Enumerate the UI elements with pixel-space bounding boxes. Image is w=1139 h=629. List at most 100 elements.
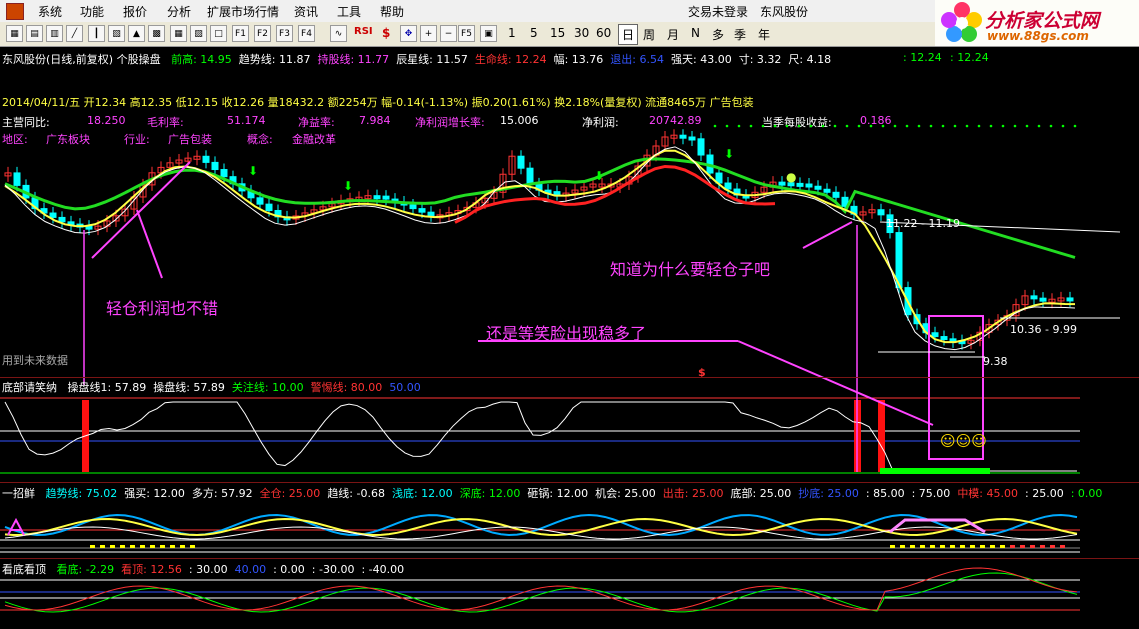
candle [202, 155, 210, 163]
panel1-value: 关注线: 10.00 [231, 381, 304, 394]
candle [1039, 297, 1047, 302]
panel2-value: 趋势线: 75.02 [45, 487, 118, 500]
panel2-marker [160, 545, 165, 548]
panel3-header: 看底看顶 看底: -2.29 看顶: 12.56: 30.00 40.00: 0.0… [2, 561, 404, 577]
panel2-marker [130, 545, 135, 548]
signal-dot [989, 124, 993, 128]
panel2-marker [100, 545, 105, 548]
panel2-marker [1010, 545, 1015, 548]
panel2-value: 多方: 57.92 [191, 487, 253, 500]
signal-dot [929, 124, 933, 128]
panel2-value: 深底: 12.00 [459, 487, 521, 500]
panel2-marker [1030, 545, 1035, 548]
signal-dot [725, 124, 729, 128]
panel2-marker [980, 545, 985, 548]
panel1-line [4, 401, 1077, 472]
panel2-value: 砸锅: 12.00 [527, 487, 589, 500]
signal-dot [737, 124, 741, 128]
panel-divider-2[interactable] [0, 482, 1139, 483]
price-label-mid: 10.36 - 9.99 [1010, 323, 1077, 336]
panel2-marker [180, 545, 185, 548]
panel2-marker [910, 545, 915, 548]
signal-dot [797, 124, 801, 128]
signal-dot [1013, 124, 1017, 128]
signal-dot [869, 124, 873, 128]
panel2-values: 趋势线: 75.02 强买: 12.00 多方: 57.92 全仓: 25.00 趋线:… [39, 487, 1103, 500]
panel2-marker [90, 545, 95, 548]
panel2-marker [140, 545, 145, 548]
down-arrow-icon: ⬇ [343, 179, 353, 193]
candle [931, 332, 939, 338]
panel-divider-1[interactable] [0, 377, 1139, 378]
signal-dot [749, 124, 753, 128]
panel2-value: : 0.00 [1070, 487, 1103, 500]
panel1-title: 底部请笑纳 [2, 381, 57, 394]
panel2-marker [920, 545, 925, 548]
signal-dot [845, 124, 849, 128]
signal-dot [893, 124, 897, 128]
panel2-value: 浅底: 12.00 [391, 487, 453, 500]
panel1-value: 警惕线: 80.00 [310, 381, 383, 394]
signal-dot [965, 124, 969, 128]
panel2-marker [1060, 545, 1065, 548]
panel2-value: : 75.00 [911, 487, 951, 500]
signal-dot [833, 124, 837, 128]
ma-green-line [4, 157, 1076, 259]
panel2-marker [960, 545, 965, 548]
signal-dot [785, 124, 789, 128]
panel1-value: 50.00 [389, 381, 421, 394]
signal-dot [977, 124, 981, 128]
panel2-marker [1040, 545, 1045, 548]
panel2-marker [120, 545, 125, 548]
candle [679, 134, 687, 139]
panel2-marker [970, 545, 975, 548]
annotation-why-light: 知道为什么要轻仓子吧 [610, 260, 771, 279]
panel2-marker [890, 545, 895, 548]
signal-dot [881, 124, 885, 128]
panel2-value: 出击: 25.00 [662, 487, 724, 500]
smiley-icon: ☺☺☺ [940, 432, 987, 450]
candle [832, 191, 840, 198]
signal-dot [941, 124, 945, 128]
signal-dot [1025, 124, 1029, 128]
panel3-value: 看顶: 12.56 [121, 563, 182, 576]
signal-dot [809, 124, 813, 128]
panel3-value: 看底: -2.29 [56, 563, 115, 576]
panel2-marker [900, 545, 905, 548]
panel2-value: 趋线: -0.68 [327, 487, 385, 500]
panel3-value: 40.00 [234, 563, 267, 576]
signal-dot [761, 124, 765, 128]
apple-icon: ● [786, 170, 796, 184]
panel2-marker [1000, 545, 1005, 548]
down-arrow-icon: ⬇ [594, 169, 604, 183]
candle [877, 209, 885, 216]
candle [58, 216, 66, 223]
candle [49, 212, 57, 218]
candle [805, 183, 813, 188]
candle [211, 161, 219, 171]
candle [13, 172, 21, 186]
signal-dot [773, 124, 777, 128]
anno-line-5 [737, 340, 934, 426]
panel1-signal-bar [878, 400, 885, 472]
panel2-marker [1020, 545, 1025, 548]
panel3-green-line [4, 572, 1078, 613]
candle [724, 182, 732, 190]
panel3-value: : 0.00 [273, 563, 305, 576]
candle [220, 169, 228, 178]
price-label-high: 11.22 - 11.19 [886, 217, 960, 230]
candle [823, 188, 831, 193]
panel2-title: 一招鲜 [2, 487, 35, 500]
candle [688, 136, 696, 141]
candle [409, 204, 417, 210]
future-data-note: 用到未来数据 [2, 354, 68, 367]
candle [256, 197, 264, 205]
signal-dot [1049, 124, 1053, 128]
panel-divider-3[interactable] [0, 558, 1139, 559]
panel2-marker [150, 545, 155, 548]
panel2-value: 中模: 45.00 [957, 487, 1019, 500]
panel3-value: : 30.00 [188, 563, 228, 576]
panel2-marker [950, 545, 955, 548]
panel3-values: 看底: -2.29 看顶: 12.56: 30.00 40.00: 0.00: -3… [50, 563, 405, 576]
panel2-value: 全仓: 25.00 [259, 487, 321, 500]
